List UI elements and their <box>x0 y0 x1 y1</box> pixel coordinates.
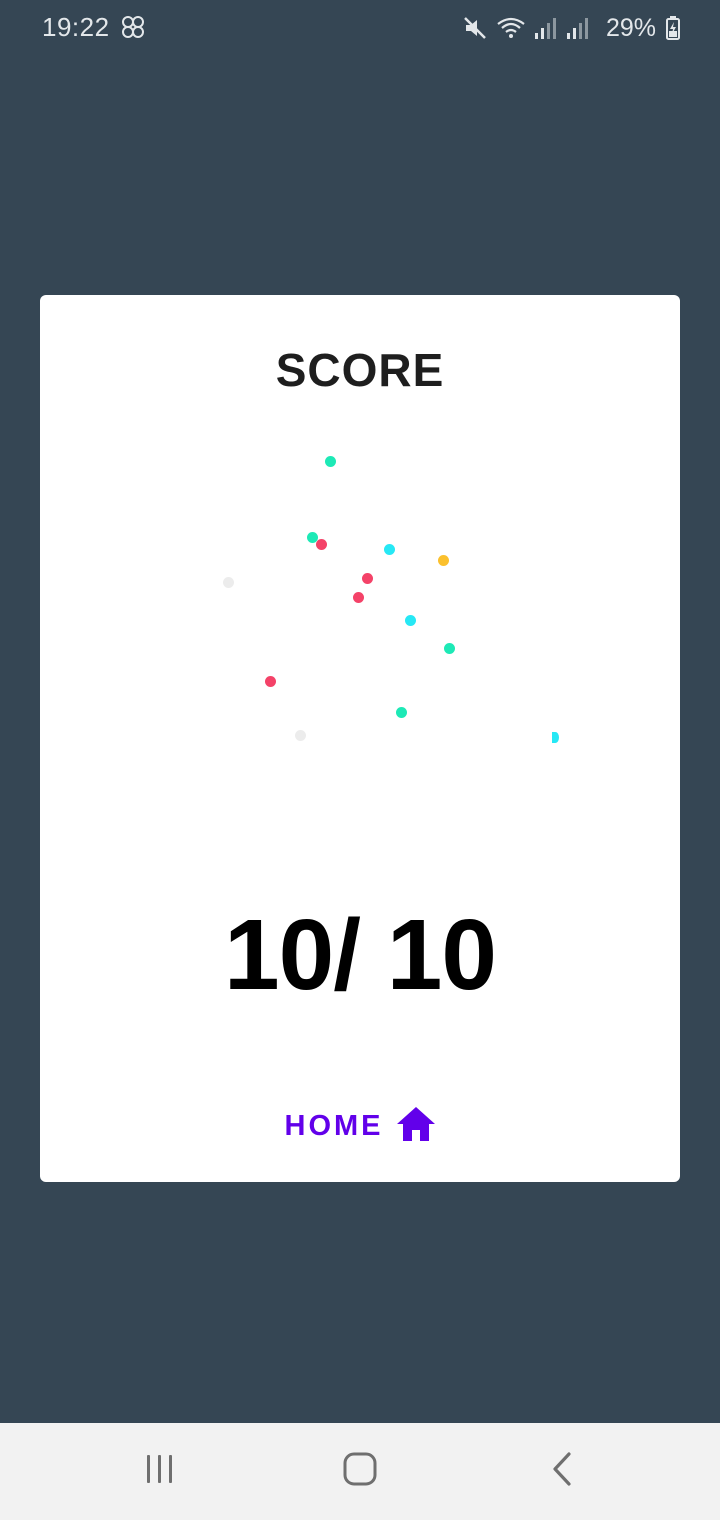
confetti-dot <box>396 707 407 718</box>
status-time: 19:22 <box>42 12 110 42</box>
home-icon <box>396 1106 436 1147</box>
confetti-dot <box>362 573 373 584</box>
back-button[interactable] <box>502 1423 622 1520</box>
navigation-bar <box>0 1423 720 1520</box>
home-button[interactable]: HOME <box>280 1098 440 1154</box>
confetti-dot <box>444 643 455 654</box>
battery-percent: 29% <box>605 13 656 42</box>
score-title: SCORE <box>275 344 445 396</box>
confetti-dot <box>438 555 449 566</box>
nav-home-button[interactable] <box>300 1423 420 1520</box>
mute-icon <box>462 15 488 41</box>
back-icon <box>550 1451 574 1492</box>
wifi-icon <box>496 15 526 41</box>
score-value: 10/ 10 <box>223 899 497 1011</box>
nav-home-icon <box>342 1451 378 1492</box>
home-label: HOME <box>284 1109 384 1142</box>
confetti-dot <box>384 544 395 555</box>
battery-charging-icon <box>666 15 680 41</box>
recent-apps-icon <box>144 1453 176 1490</box>
confetti-dot <box>316 539 327 550</box>
confetti-dot <box>552 732 559 743</box>
status-icons: 29% <box>462 12 680 44</box>
confetti-dot <box>223 577 234 588</box>
app-notification-icon <box>120 14 146 40</box>
confetti-dot <box>265 676 276 687</box>
signal-icon <box>566 15 590 41</box>
confetti-dot <box>325 456 336 467</box>
confetti-dot <box>353 592 364 603</box>
confetti-area <box>40 420 680 780</box>
signal-icon <box>534 15 558 41</box>
recent-apps-button[interactable] <box>100 1423 220 1520</box>
confetti-dot <box>405 615 416 626</box>
status-bar: 19:22 29% <box>0 0 720 56</box>
confetti-dot <box>295 730 306 741</box>
